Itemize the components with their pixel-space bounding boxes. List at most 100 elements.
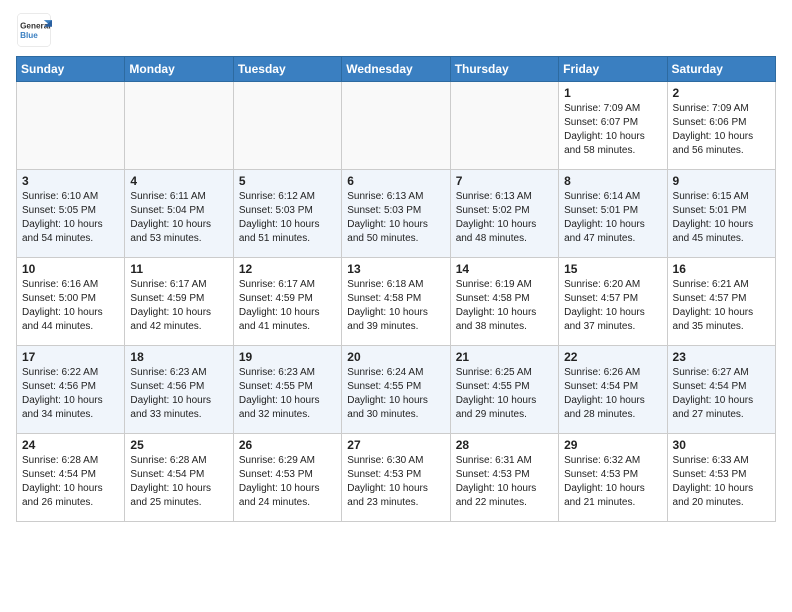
svg-text:Blue: Blue	[20, 31, 38, 40]
day-info: Sunrise: 6:31 AM Sunset: 4:53 PM Dayligh…	[456, 454, 553, 510]
day-number: 10	[22, 262, 119, 276]
day-number: 2	[673, 86, 770, 100]
day-number: 7	[456, 174, 553, 188]
day-number: 27	[347, 438, 444, 452]
day-cell: 7 Sunrise: 6:13 AM Sunset: 5:02 PM Daylig…	[450, 170, 558, 258]
day-cell	[342, 82, 450, 170]
day-number: 3	[22, 174, 119, 188]
day-info: Sunrise: 6:11 AM Sunset: 5:04 PM Dayligh…	[130, 190, 227, 246]
day-cell: 30 Sunrise: 6:33 AM Sunset: 4:53 PM Dayli…	[667, 434, 775, 522]
day-number: 4	[130, 174, 227, 188]
day-number: 21	[456, 350, 553, 364]
day-cell: 11 Sunrise: 6:17 AM Sunset: 4:59 PM Dayli…	[125, 258, 233, 346]
day-info: Sunrise: 6:26 AM Sunset: 4:54 PM Dayligh…	[564, 366, 661, 422]
day-info: Sunrise: 6:29 AM Sunset: 4:53 PM Dayligh…	[239, 454, 336, 510]
day-info: Sunrise: 6:21 AM Sunset: 4:57 PM Dayligh…	[673, 278, 770, 334]
day-cell: 29 Sunrise: 6:32 AM Sunset: 4:53 PM Dayli…	[559, 434, 667, 522]
day-number: 12	[239, 262, 336, 276]
weekday-header-row: SundayMondayTuesdayWednesdayThursdayFrid…	[17, 57, 776, 82]
week-row-2: 3 Sunrise: 6:10 AM Sunset: 5:05 PM Daylig…	[17, 170, 776, 258]
day-info: Sunrise: 6:14 AM Sunset: 5:01 PM Dayligh…	[564, 190, 661, 246]
day-info: Sunrise: 6:32 AM Sunset: 4:53 PM Dayligh…	[564, 454, 661, 510]
day-info: Sunrise: 6:23 AM Sunset: 4:55 PM Dayligh…	[239, 366, 336, 422]
day-number: 20	[347, 350, 444, 364]
day-info: Sunrise: 6:17 AM Sunset: 4:59 PM Dayligh…	[130, 278, 227, 334]
day-cell: 4 Sunrise: 6:11 AM Sunset: 5:04 PM Daylig…	[125, 170, 233, 258]
day-number: 26	[239, 438, 336, 452]
day-cell: 8 Sunrise: 6:14 AM Sunset: 5:01 PM Daylig…	[559, 170, 667, 258]
day-cell: 9 Sunrise: 6:15 AM Sunset: 5:01 PM Daylig…	[667, 170, 775, 258]
day-cell	[17, 82, 125, 170]
weekday-header-wednesday: Wednesday	[342, 57, 450, 82]
day-number: 15	[564, 262, 661, 276]
day-cell: 16 Sunrise: 6:21 AM Sunset: 4:57 PM Dayli…	[667, 258, 775, 346]
weekday-header-saturday: Saturday	[667, 57, 775, 82]
day-cell: 6 Sunrise: 6:13 AM Sunset: 5:03 PM Daylig…	[342, 170, 450, 258]
weekday-header-friday: Friday	[559, 57, 667, 82]
day-info: Sunrise: 6:15 AM Sunset: 5:01 PM Dayligh…	[673, 190, 770, 246]
day-number: 30	[673, 438, 770, 452]
week-row-5: 24Sunrise: 6:28 AM Sunset: 4:54 PM Dayli…	[17, 434, 776, 522]
day-cell	[233, 82, 341, 170]
day-number: 16	[673, 262, 770, 276]
day-number: 29	[564, 438, 661, 452]
calendar-table: SundayMondayTuesdayWednesdayThursdayFrid…	[16, 56, 776, 522]
day-info: Sunrise: 6:22 AM Sunset: 4:56 PM Dayligh…	[22, 366, 119, 422]
day-info: Sunrise: 7:09 AM Sunset: 6:06 PM Dayligh…	[673, 102, 770, 158]
day-info: Sunrise: 6:13 AM Sunset: 5:03 PM Dayligh…	[347, 190, 444, 246]
day-cell: 12 Sunrise: 6:17 AM Sunset: 4:59 PM Dayli…	[233, 258, 341, 346]
day-info: Sunrise: 6:24 AM Sunset: 4:55 PM Dayligh…	[347, 366, 444, 422]
day-number: 11	[130, 262, 227, 276]
day-cell: 13 Sunrise: 6:18 AM Sunset: 4:58 PM Dayli…	[342, 258, 450, 346]
day-cell: 5 Sunrise: 6:12 AM Sunset: 5:03 PM Daylig…	[233, 170, 341, 258]
day-cell: 20 Sunrise: 6:24 AM Sunset: 4:55 PM Dayli…	[342, 346, 450, 434]
day-number: 6	[347, 174, 444, 188]
day-number: 18	[130, 350, 227, 364]
day-info: Sunrise: 6:10 AM Sunset: 5:05 PM Dayligh…	[22, 190, 119, 246]
day-number: 23	[673, 350, 770, 364]
day-number: 25	[130, 438, 227, 452]
day-cell: 19 Sunrise: 6:23 AM Sunset: 4:55 PM Dayli…	[233, 346, 341, 434]
day-info: Sunrise: 6:18 AM Sunset: 4:58 PM Dayligh…	[347, 278, 444, 334]
day-cell: 28Sunrise: 6:31 AM Sunset: 4:53 PM Dayli…	[450, 434, 558, 522]
day-number: 1	[564, 86, 661, 100]
day-info: Sunrise: 6:33 AM Sunset: 4:53 PM Dayligh…	[673, 454, 770, 510]
logo: General Blue	[16, 12, 56, 48]
day-info: Sunrise: 6:25 AM Sunset: 4:55 PM Dayligh…	[456, 366, 553, 422]
day-cell: 21 Sunrise: 6:25 AM Sunset: 4:55 PM Dayli…	[450, 346, 558, 434]
day-number: 22	[564, 350, 661, 364]
day-number: 14	[456, 262, 553, 276]
day-cell: 1Sunrise: 7:09 AM Sunset: 6:07 PM Daylig…	[559, 82, 667, 170]
day-info: Sunrise: 6:12 AM Sunset: 5:03 PM Dayligh…	[239, 190, 336, 246]
day-cell: 27Sunrise: 6:30 AM Sunset: 4:53 PM Dayli…	[342, 434, 450, 522]
day-info: Sunrise: 6:13 AM Sunset: 5:02 PM Dayligh…	[456, 190, 553, 246]
logo-icon: General Blue	[16, 12, 52, 48]
day-number: 8	[564, 174, 661, 188]
day-cell: 25 Sunrise: 6:28 AM Sunset: 4:54 PM Dayli…	[125, 434, 233, 522]
day-info: Sunrise: 6:16 AM Sunset: 5:00 PM Dayligh…	[22, 278, 119, 334]
day-number: 9	[673, 174, 770, 188]
day-cell: 17Sunrise: 6:22 AM Sunset: 4:56 PM Dayli…	[17, 346, 125, 434]
day-number: 13	[347, 262, 444, 276]
day-number: 5	[239, 174, 336, 188]
day-cell: 23 Sunrise: 6:27 AM Sunset: 4:54 PM Dayli…	[667, 346, 775, 434]
weekday-header-thursday: Thursday	[450, 57, 558, 82]
day-info: Sunrise: 6:19 AM Sunset: 4:58 PM Dayligh…	[456, 278, 553, 334]
weekday-header-tuesday: Tuesday	[233, 57, 341, 82]
day-cell	[125, 82, 233, 170]
day-info: Sunrise: 6:28 AM Sunset: 4:54 PM Dayligh…	[130, 454, 227, 510]
day-number: 19	[239, 350, 336, 364]
day-cell	[450, 82, 558, 170]
day-cell: 15Sunrise: 6:20 AM Sunset: 4:57 PM Dayli…	[559, 258, 667, 346]
day-cell: 22 Sunrise: 6:26 AM Sunset: 4:54 PM Dayli…	[559, 346, 667, 434]
week-row-1: 1Sunrise: 7:09 AM Sunset: 6:07 PM Daylig…	[17, 82, 776, 170]
day-info: Sunrise: 6:27 AM Sunset: 4:54 PM Dayligh…	[673, 366, 770, 422]
day-cell: 14 Sunrise: 6:19 AM Sunset: 4:58 PM Dayli…	[450, 258, 558, 346]
day-cell: 26 Sunrise: 6:29 AM Sunset: 4:53 PM Dayli…	[233, 434, 341, 522]
day-info: Sunrise: 6:17 AM Sunset: 4:59 PM Dayligh…	[239, 278, 336, 334]
week-row-4: 17Sunrise: 6:22 AM Sunset: 4:56 PM Dayli…	[17, 346, 776, 434]
day-cell: 10 Sunrise: 6:16 AM Sunset: 5:00 PM Dayli…	[17, 258, 125, 346]
day-cell: 24Sunrise: 6:28 AM Sunset: 4:54 PM Dayli…	[17, 434, 125, 522]
day-cell: 18Sunrise: 6:23 AM Sunset: 4:56 PM Dayli…	[125, 346, 233, 434]
page-container: General Blue SundayMondayTuesdayWednesda…	[0, 0, 792, 534]
